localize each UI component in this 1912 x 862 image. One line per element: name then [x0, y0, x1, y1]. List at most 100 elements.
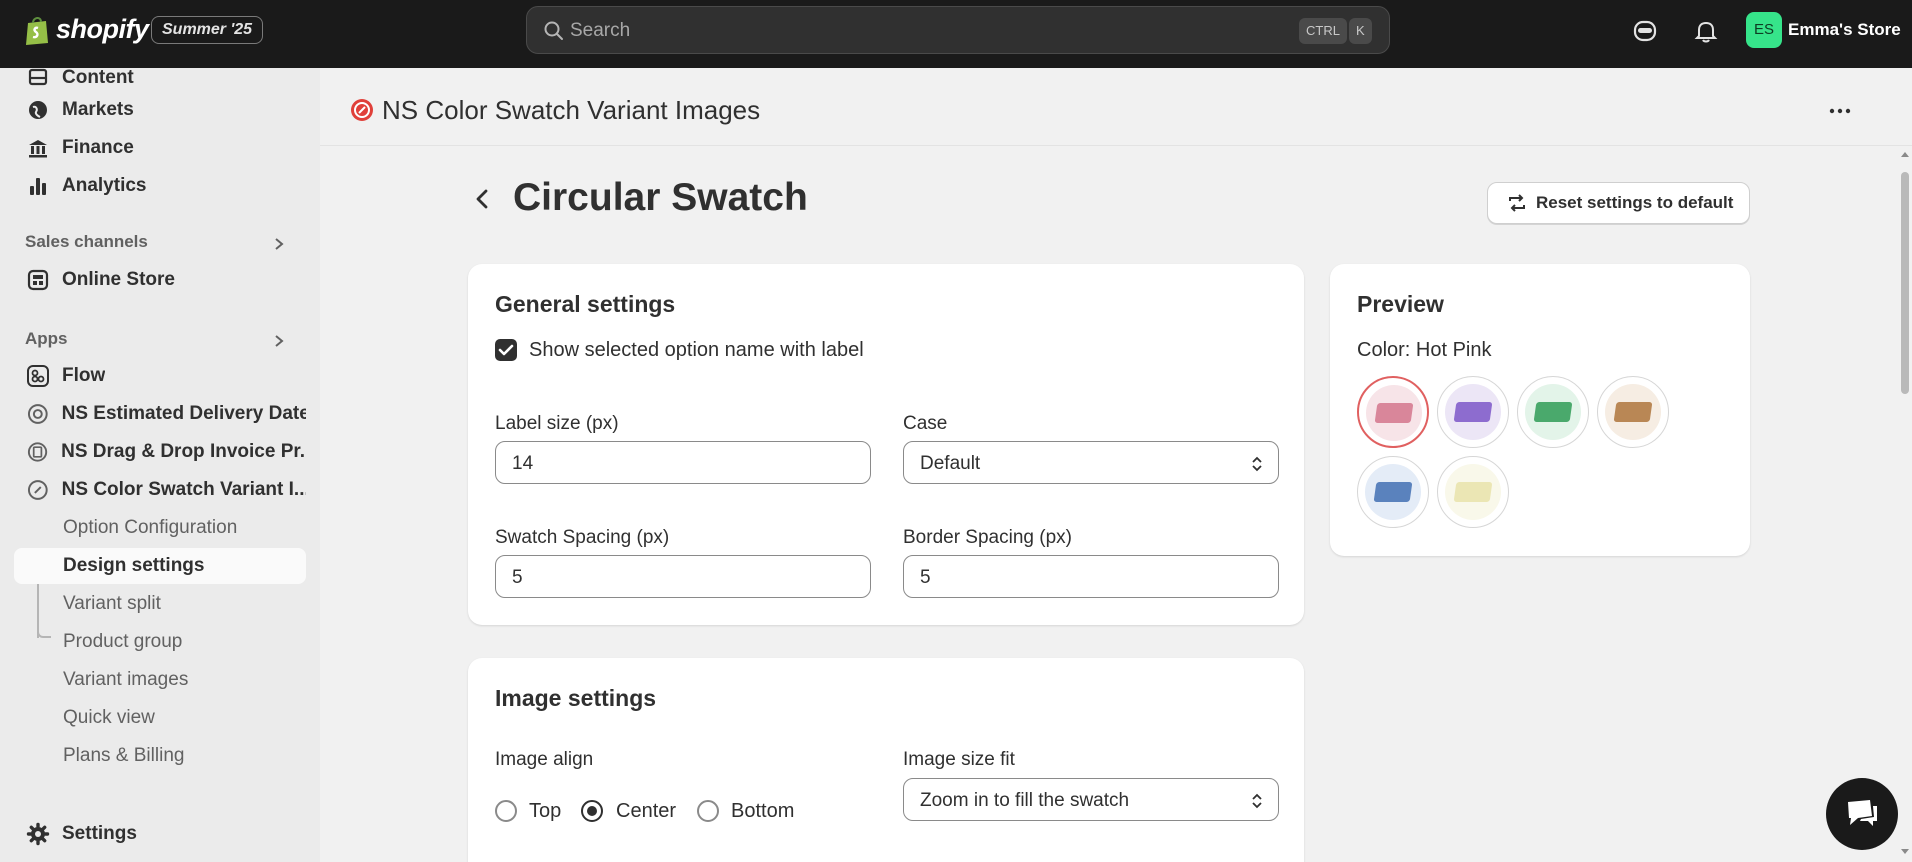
content-icon [28, 68, 48, 86]
edition-badge[interactable]: Summer '25 [151, 16, 264, 44]
globe-icon [29, 101, 47, 119]
flow-icon [27, 365, 49, 387]
image-size-fit-select[interactable]: Zoom in to fill the swatch [903, 778, 1279, 821]
scroll-up-arrow-icon[interactable] [1901, 150, 1909, 158]
search-bar[interactable]: Search CTRL K [526, 6, 1390, 54]
label-size-label: Label size (px) [495, 413, 619, 434]
shortcut-ctrl-key: CTRL [1299, 18, 1347, 44]
sidebar: Content Markets Finance Analytics Sales … [0, 67, 320, 862]
swatch-spacing-label: Swatch Spacing (px) [495, 527, 670, 548]
sidebar-item-label: Markets [62, 99, 134, 120]
sidebar-item-label: Flow [62, 365, 106, 386]
reset-settings-label: Reset settings to default [1536, 193, 1734, 212]
border-spacing-input[interactable]: 5 [903, 555, 1279, 598]
sidebar-item-label: Content [62, 67, 134, 88]
bar-chart-icon [30, 178, 46, 195]
app-title: NS Color Swatch Variant Images [382, 95, 761, 125]
search-placeholder: Search [570, 20, 631, 41]
sidebar-sub-quick-view[interactable]: Quick view [14, 700, 306, 736]
chevron-right-icon[interactable] [272, 334, 286, 348]
chat-button[interactable] [1826, 778, 1898, 850]
sidebar-item-ns-estimated-delivery[interactable]: NS Estimated Delivery Date [14, 396, 306, 432]
shopify-logo[interactable]: shopify [24, 14, 149, 45]
store-menu[interactable]: ES Emma's Store [1746, 12, 1901, 48]
store-avatar: ES [1746, 12, 1782, 48]
image-size-fit-value: Zoom in to fill the swatch [920, 790, 1130, 811]
swatch-fabric [1374, 403, 1414, 423]
sidebar-sub-label: Variant images [63, 669, 189, 690]
sidebar-sub-product-group[interactable]: Product group [14, 624, 306, 660]
apps-heading: Apps [25, 329, 68, 348]
sidebar-item-label: NS Drag & Drop Invoice Pr... [61, 441, 306, 462]
scrollbar[interactable] [1898, 146, 1912, 862]
swatch-brown[interactable] [1597, 376, 1669, 448]
store-name: Emma's Store [1788, 20, 1901, 39]
scroll-down-arrow-icon[interactable] [1901, 848, 1909, 856]
app-logo-icon [27, 404, 48, 424]
swatch-blue[interactable] [1357, 456, 1429, 528]
image-size-fit-label: Image size fit [903, 749, 1015, 770]
sidebar-item-label: Settings [62, 823, 137, 844]
align-bottom-label: Bottom [731, 800, 795, 822]
main-content: Circular Swatch Reset settings to defaul… [320, 146, 1912, 862]
sidebar-item-label: NS Estimated Delivery Date [61, 403, 306, 424]
preview-title: Preview [1357, 291, 1444, 317]
swatch-image [1605, 384, 1661, 440]
sidebar-item-finance[interactable]: Finance [14, 130, 306, 166]
show-label-checkbox[interactable] [495, 339, 517, 361]
sidebar-item-online-store[interactable]: Online Store [14, 262, 306, 298]
sidebar-sub-design-settings[interactable]: Design settings [14, 548, 306, 584]
app-header: NS Color Swatch Variant Images [320, 68, 1912, 146]
search-icon [544, 21, 563, 40]
sidebar-item-markets[interactable]: Markets [14, 92, 306, 128]
align-top-radio[interactable] [495, 800, 517, 822]
swatch-purple[interactable] [1437, 376, 1509, 448]
swatch-image [1445, 464, 1501, 520]
sidebar-item-settings[interactable]: Settings [14, 816, 306, 852]
select-arrows-icon [1252, 793, 1262, 809]
sidebar-item-analytics[interactable]: Analytics [14, 168, 306, 204]
case-label: Case [903, 413, 948, 434]
sidebar-sub-variant-images[interactable]: Variant images [14, 662, 306, 698]
sidebar-sub-variant-split[interactable]: Variant split [14, 586, 306, 622]
swatch-fabric [1533, 402, 1573, 422]
sidebar-item-flow[interactable]: Flow [14, 358, 306, 394]
reset-settings-button[interactable]: Reset settings to default [1487, 182, 1750, 224]
sales-channels-heading: Sales channels [25, 232, 148, 251]
sidebar-sub-option-configuration[interactable]: Option Configuration [14, 510, 306, 546]
brand-name: shopify [56, 14, 149, 44]
scroll-thumb[interactable] [1901, 172, 1909, 394]
app-logo-icon [351, 99, 373, 121]
swatch-cream[interactable] [1437, 456, 1509, 528]
sidebar-sub-label: Quick view [63, 707, 155, 728]
swatch-fabric [1453, 402, 1493, 422]
sidebar-sub-label: Option Configuration [63, 517, 238, 538]
swatch-spacing-value: 5 [512, 567, 523, 588]
sidebar-item-ns-color-swatch[interactable]: NS Color Swatch Variant I... [14, 472, 306, 508]
swatch-green[interactable] [1517, 376, 1589, 448]
sidebar-sub-plans-billing[interactable]: Plans & Billing [14, 738, 306, 774]
sidebar-item-label: Analytics [62, 175, 147, 196]
border-spacing-label: Border Spacing (px) [903, 527, 1072, 548]
bell-icon[interactable] [1693, 18, 1719, 44]
label-size-value: 14 [512, 453, 534, 474]
case-value: Default [920, 453, 981, 474]
sidebar-item-ns-invoice[interactable]: NS Drag & Drop Invoice Pr... [14, 434, 306, 470]
sidebar-item-label: NS Color Swatch Variant I... [61, 479, 306, 500]
general-settings-title: General settings [495, 291, 676, 317]
swatch-hot-pink[interactable] [1357, 376, 1429, 448]
more-options-icon[interactable] [1828, 106, 1852, 116]
swatch-image [1365, 464, 1421, 520]
swatch-image [1366, 385, 1422, 441]
sidebar-item-content[interactable]: Content [14, 60, 306, 96]
label-size-input[interactable]: 14 [495, 441, 871, 484]
sidebar-sub-label: Design settings [63, 555, 205, 576]
chevron-right-icon[interactable] [272, 237, 286, 251]
sidekick-icon[interactable] [1632, 18, 1658, 44]
align-center-radio[interactable] [581, 800, 603, 822]
back-arrow-icon[interactable] [470, 186, 496, 212]
align-bottom-radio[interactable] [697, 800, 719, 822]
swatch-spacing-input[interactable]: 5 [495, 555, 871, 598]
reset-icon [1509, 194, 1525, 212]
case-select[interactable]: Default [903, 441, 1279, 484]
